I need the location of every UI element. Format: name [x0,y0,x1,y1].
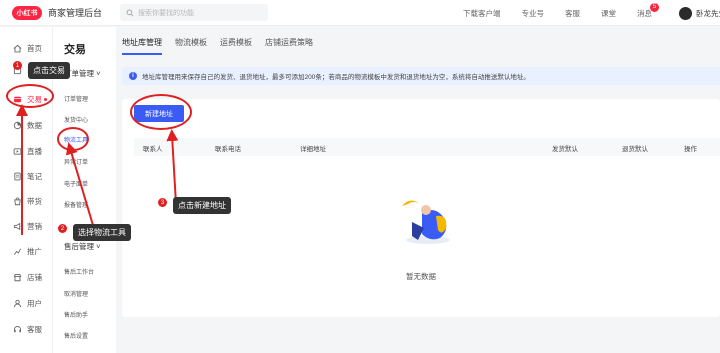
subnav-cancel-management[interactable]: 取消管理 [64,289,88,298]
column-address: 详细地址 [300,146,326,153]
customer-service-link[interactable]: 客服 [565,8,580,19]
sidebar-item-label: 数据 [27,120,42,130]
subnav-after-sales-assistant[interactable]: 售后助手 [64,310,88,319]
info-banner: i 地址库管理用来保存自己的发货、退货地址，最多可添加200条；若商品的物流模板… [122,67,720,85]
store-icon [13,273,22,281]
download-client-link[interactable]: 下载客户端 [463,8,501,19]
step2-callout: 选择物流工具 [73,224,131,241]
sidebar-item-user[interactable]: 用户 [0,295,52,311]
data-icon [13,121,22,129]
sidebar-item-label: 营销 [27,221,42,231]
subnav-title: 交易 [64,44,86,56]
info-icon: i [129,72,137,80]
sidebar-item-store[interactable]: 店铺 [0,269,52,285]
live-icon [13,147,22,155]
info-text: 地址库管理用来保存自己的发货、退货地址，最多可添加200条；若商品的物流模板中发… [142,74,530,81]
sidebar-item-label: 首页 [27,43,42,53]
step2-number: 2 [58,224,67,233]
username[interactable]: 卧龙先生 [696,8,720,19]
sidebar-item-label: 直播 [27,146,42,156]
empty-state-illustration [402,200,450,244]
main-content: 地址库管理 物流模板 运费模板 店铺运费策略 i 地址库管理用来保存自己的发货、… [116,27,720,353]
highlight-trade [6,84,54,108]
sidebar-item-label: 带货 [27,196,42,206]
sell-icon [14,197,21,205]
column-contact: 联系人 [143,146,163,153]
sidebar-item-note[interactable]: 笔记 [0,168,52,184]
subnav-report-management[interactable]: 报备管理 [64,200,88,209]
column-ship-default: 发货默认 [552,146,578,153]
sidebar-item-sell[interactable]: 带货 [0,193,52,209]
column-return-default: 退货默认 [622,146,648,153]
group-title-label: 售后管理 [64,242,94,251]
search-input[interactable]: 搜索你要找的功能 [120,4,269,21]
marketing-icon [13,222,21,230]
tab-store-freight-strategy[interactable]: 店铺运费策略 [265,37,313,55]
top-bar: 小红书 商家管理后台 搜索你要找的功能 下载客户端 专业号 客服 课堂 消息 5… [0,0,720,26]
step1-callout: 点击交易 [28,62,70,79]
step3-number: 3 [158,198,167,207]
step1-number: 1 [13,61,22,70]
avatar[interactable] [679,6,692,20]
column-phone: 联系电话 [215,146,241,153]
subnav-after-sales-workbench[interactable]: 售后工作台 [64,267,94,276]
subnav-e-waybill[interactable]: 电子面单 [64,179,88,188]
subnav-after-sales-settings[interactable]: 售后设置 [64,331,88,340]
step3-callout: 点击新建地址 [173,197,231,214]
message-count-badge: 5 [650,2,659,12]
sidebar-item-service[interactable]: 客服 [0,321,52,337]
empty-state-text: 暂无数据 [406,272,436,281]
group-after-sales[interactable]: 售后管理 ˅ [64,241,100,252]
tab-logistics-template[interactable]: 物流模板 [175,37,207,55]
sidebar-item-home[interactable]: 首页 [0,40,52,56]
top-links: 下载客户端 专业号 客服 课堂 消息 5 卧龙先生 [463,0,720,26]
subnav-abnormal-orders[interactable]: 异常订单 [64,157,88,166]
sidebar-item-promote[interactable]: 推广 [0,243,52,259]
brand-logo[interactable]: 小红书 [12,5,42,20]
sidebar-item-label: 客服 [27,324,42,334]
home-icon [13,44,22,52]
sidebar-item-data[interactable]: 数据 [0,117,52,133]
search-placeholder: 搜索你要找的功能 [138,9,195,17]
table-header: 联系人 联系电话 详细地址 发货默认 退货默认 操作 [134,138,720,156]
highlight-new-address [130,94,192,130]
sidebar-item-label: 店铺 [27,272,42,282]
promote-icon [13,248,22,255]
user-icon [13,299,22,307]
pro-account-link[interactable]: 专业号 [522,8,545,19]
sidebar-item-live[interactable]: 直播 [0,143,52,159]
sidebar-item-label: 推广 [27,246,42,256]
subnav-order-management[interactable]: 订单管理 [64,94,88,103]
note-icon [14,172,21,180]
classroom-link[interactable]: 课堂 [601,8,616,19]
sidebar-item-label: 用户 [27,298,42,308]
sidebar-item-marketing[interactable]: 营销 [0,218,52,234]
tab-bar: 地址库管理 物流模板 运费模板 店铺运费策略 [122,37,326,55]
column-actions: 操作 [684,146,697,153]
sidebar-item-label: 笔记 [27,171,42,181]
messages-link[interactable]: 消息 5 [637,2,659,19]
tab-freight-template[interactable]: 运费模板 [220,37,252,55]
app-root: 小红书 商家管理后台 搜索你要找的功能 下载客户端 专业号 客服 课堂 消息 5… [0,0,720,353]
app-title: 商家管理后台 [48,8,103,18]
subnav-shipping-center[interactable]: 发货中心 [64,115,88,124]
service-icon [13,325,22,332]
highlight-logistics-tools [57,127,89,151]
search-icon [126,8,134,17]
tab-address-library[interactable]: 地址库管理 [122,37,162,55]
